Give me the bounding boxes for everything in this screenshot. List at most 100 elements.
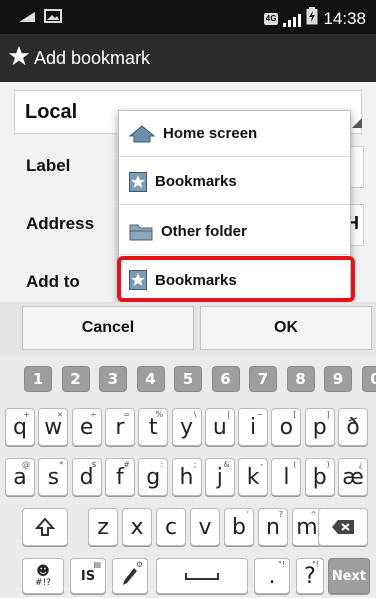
- cancel-button[interactable]: Cancel: [22, 306, 194, 350]
- key-label: 5: [182, 370, 194, 388]
- keyboard-key[interactable]: a @: [5, 458, 35, 496]
- keyboard-key[interactable]: s *: [38, 458, 69, 496]
- key-label: 6: [220, 370, 231, 388]
- symbols-key[interactable]: ☻ #!?: [22, 558, 64, 594]
- settings-small-icon: ⚙: [135, 560, 143, 569]
- key-alt-label: +: [23, 410, 30, 419]
- key-alt-label: ÷: [89, 410, 97, 419]
- keyboard-key[interactable]: q +: [5, 408, 35, 446]
- keyboard-key[interactable]: x: [122, 508, 152, 546]
- space-key[interactable]: [156, 558, 248, 594]
- clock: 14:38: [323, 8, 366, 28]
- key-label: z: [97, 514, 109, 540]
- key-label: 1: [32, 370, 44, 388]
- key-label: ð: [346, 414, 360, 440]
- dropdown-item-home-screen[interactable]: Home screen: [119, 111, 350, 157]
- keyboard-key[interactable]: n?: [258, 508, 288, 546]
- number-key[interactable]: 6: [211, 366, 240, 392]
- add-to-field-label: Add to: [26, 272, 80, 291]
- key-label: 0: [370, 370, 376, 388]
- key-alt-label: ×: [56, 410, 64, 419]
- keyboard-key[interactable]: t%: [138, 408, 169, 446]
- keyboard-key[interactable]: ð: [338, 408, 368, 446]
- key-alt-label: =: [123, 410, 130, 419]
- key-label: 4: [145, 370, 156, 388]
- key-alt-label: #: [123, 460, 130, 469]
- key-alt-label: :: [160, 460, 164, 469]
- key-label: c: [164, 514, 178, 540]
- key-alt-label: ~: [256, 410, 264, 419]
- key-alt-label: %: [155, 410, 164, 419]
- folder-icon: [129, 223, 153, 241]
- question-key[interactable]: ? "!: [296, 558, 324, 594]
- shift-key[interactable]: [22, 508, 68, 546]
- image-notification-icon: [44, 9, 62, 28]
- keyboard-key[interactable]: d $: [71, 458, 102, 496]
- keyboard-key[interactable]: e ÷: [71, 408, 102, 446]
- keyboard-key[interactable]: w ×: [38, 408, 69, 446]
- key-alt-label: @: [22, 460, 30, 469]
- dropdown-item-label: Bookmarks: [155, 173, 237, 190]
- keyboard-key[interactable]: h;: [171, 458, 202, 496]
- keyboard-key[interactable]: þ): [304, 458, 335, 496]
- key-alt-label: ': [246, 510, 249, 519]
- keyboard-key[interactable]: æ ¿: [338, 458, 368, 496]
- next-key[interactable]: Next: [328, 558, 370, 594]
- battery-icon: [306, 7, 318, 30]
- number-key[interactable]: 7: [249, 366, 277, 392]
- signal-status-icon: [18, 10, 36, 28]
- key-label: o: [279, 414, 294, 440]
- key-alt-label: ^: [310, 510, 317, 519]
- number-key[interactable]: 8: [286, 366, 315, 392]
- number-key[interactable]: 4: [136, 366, 165, 392]
- status-bar: 4G 14:38: [0, 0, 376, 34]
- keyboard-key[interactable]: u |: [204, 408, 235, 446]
- keyboard-key[interactable]: g:: [138, 458, 169, 496]
- key-label: 8: [295, 370, 306, 388]
- key-alt-label: ]: [326, 410, 330, 419]
- handwriting-key[interactable]: ⚙: [112, 558, 148, 594]
- dropdown-item-label: Other folder: [161, 223, 247, 240]
- key-alt-label: "!: [312, 560, 319, 569]
- ok-button[interactable]: OK: [200, 306, 372, 350]
- keyboard-key[interactable]: y \: [171, 408, 202, 446]
- dropdown-item-bookmarks[interactable]: Bookmarks: [119, 159, 350, 205]
- keyboard-key[interactable]: k-: [238, 458, 269, 496]
- keyboard-key[interactable]: r =: [104, 408, 135, 446]
- keyboard-key[interactable]: c: [156, 508, 186, 546]
- key-label: 2: [70, 370, 81, 388]
- network-type-badge: 4G: [263, 12, 279, 25]
- number-key[interactable]: 1: [24, 366, 52, 392]
- space-bar-icon: [185, 573, 219, 580]
- number-key[interactable]: 0: [361, 366, 376, 392]
- keyboard-key[interactable]: j &: [204, 458, 235, 496]
- keyboard-key[interactable]: i ~: [238, 408, 269, 446]
- number-key[interactable]: 9: [324, 366, 352, 392]
- key-label: s: [47, 464, 60, 490]
- keyboard-key[interactable]: b ': [224, 508, 254, 546]
- key-label: h: [179, 464, 194, 490]
- language-key[interactable]: IS ▤: [70, 558, 106, 594]
- keyboard-key[interactable]: f #: [104, 458, 135, 496]
- period-key[interactable]: . "!: [254, 558, 290, 594]
- pen-icon: [123, 568, 137, 585]
- label-field-label: Label: [26, 156, 71, 175]
- keyboard-key[interactable]: p]: [304, 408, 335, 446]
- soft-keyboard: 1 2 3 4 5 6 7 8 9 0 q + w × e ÷ r = t% y \ u | i ~ o[p] ð a @ s * d $ f # g…: [0, 356, 376, 598]
- home-icon: [129, 124, 155, 143]
- key-label: x: [130, 514, 144, 540]
- keyboard-key[interactable]: z: [88, 508, 118, 546]
- number-key[interactable]: 2: [61, 366, 90, 392]
- keyboard-key[interactable]: l(: [271, 458, 302, 496]
- keyboard-key[interactable]: o[: [271, 408, 302, 446]
- number-key[interactable]: 3: [99, 366, 127, 392]
- keyboard-key[interactable]: v: [190, 508, 220, 546]
- dropdown-item-other-folder[interactable]: Other folder: [119, 209, 350, 255]
- key-label: u: [212, 414, 227, 440]
- star-icon: [8, 45, 30, 72]
- number-key[interactable]: 5: [174, 366, 202, 392]
- key-alt-label: [: [293, 410, 297, 419]
- backspace-icon: [332, 520, 354, 534]
- key-alt-label: -: [260, 460, 264, 469]
- backspace-key[interactable]: [318, 508, 368, 546]
